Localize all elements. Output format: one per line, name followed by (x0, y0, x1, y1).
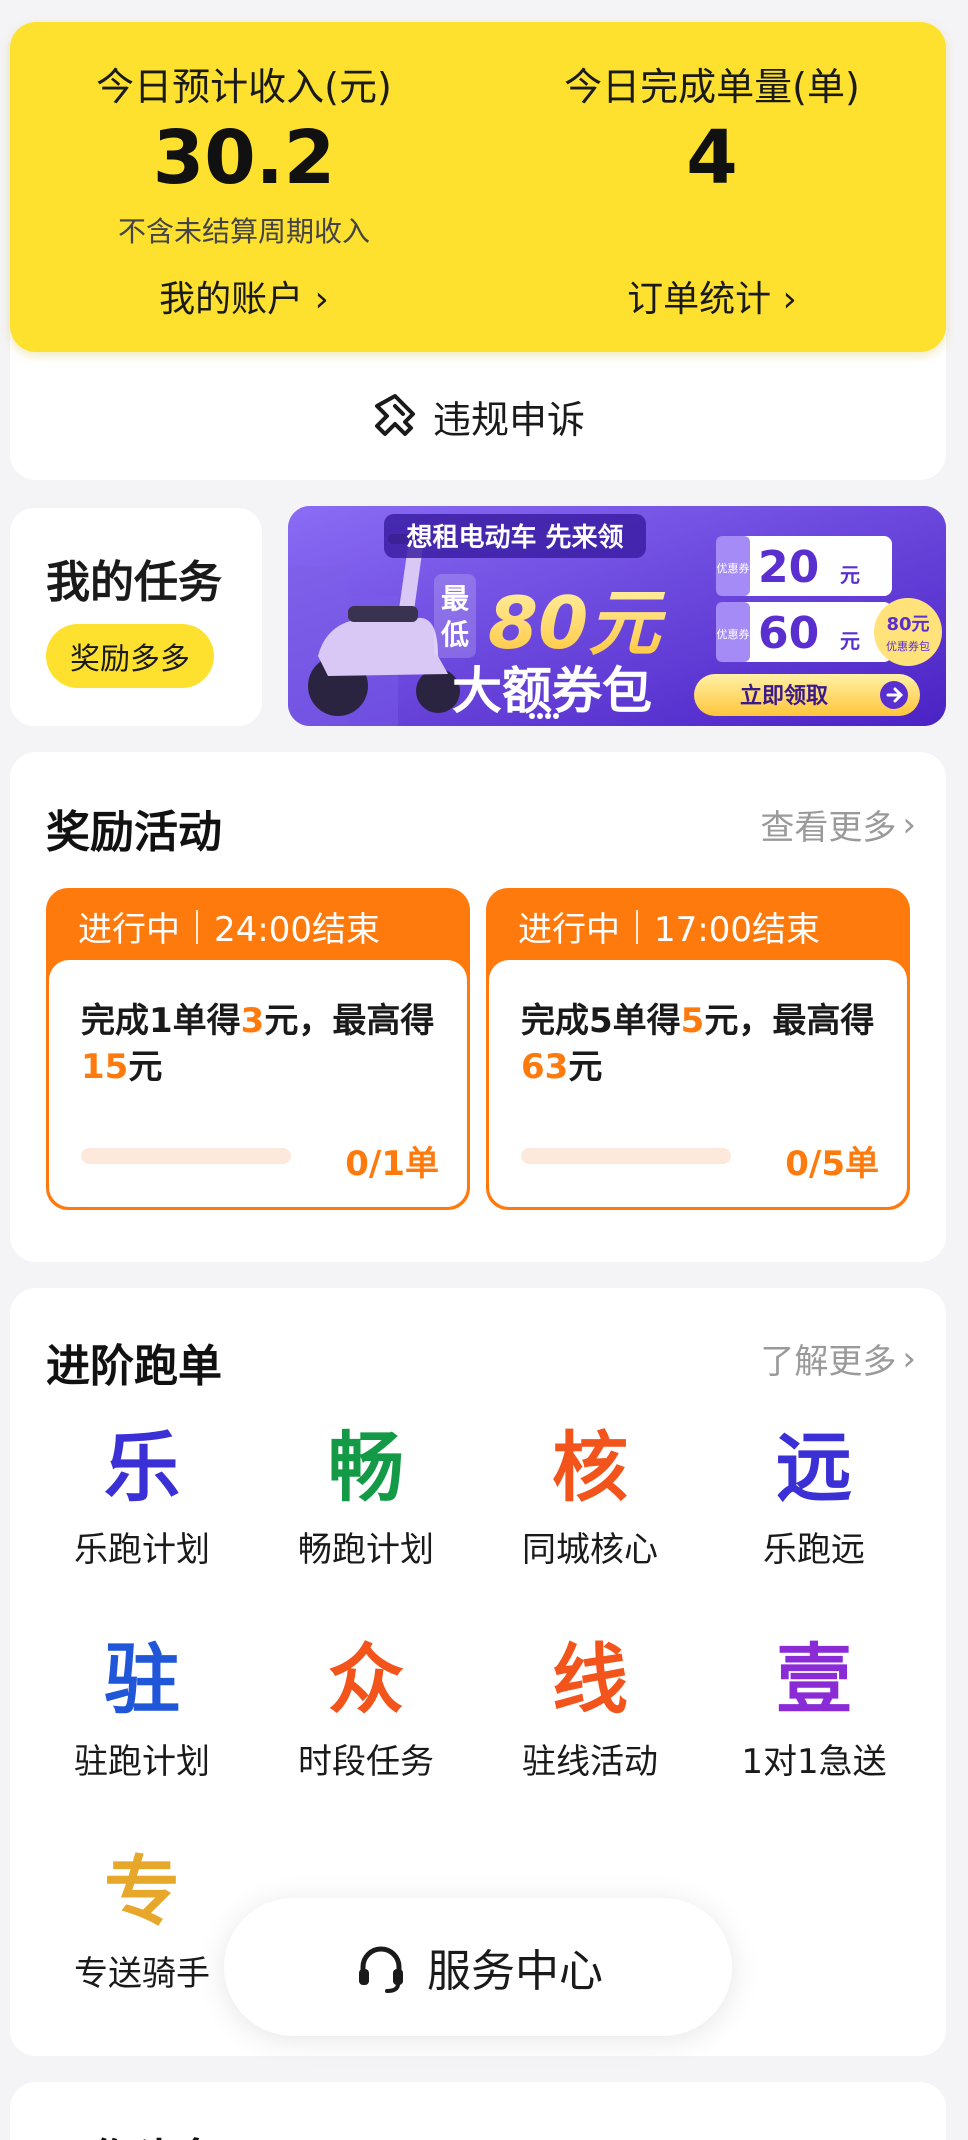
coupon-2-unit: 元 (840, 629, 860, 653)
promo-banner-art: 想租电动车 先来领 最 低 80元 大额券包 优惠券 20 元 优惠券 60 元… (288, 506, 946, 726)
activity-body: 完成1单得3元，最高得15元 0/1单 (49, 960, 467, 1207)
program-label: 专送骑手 (74, 1954, 210, 1994)
activity-progress-bar (521, 1148, 731, 1164)
program-icon: 壹 (776, 1635, 852, 1724)
appeal-label: 违规申诉 (432, 397, 585, 442)
view-more-label: 查看更多 (760, 808, 897, 848)
program-item[interactable]: 线 驻线活动 (478, 1632, 702, 1783)
divider (196, 909, 198, 944)
coupon-pack-sub: 优惠券包 (886, 639, 930, 653)
claim-now-label: 立即领取 (740, 683, 828, 709)
activity-deadline: 17:00结束 (654, 910, 820, 950)
program-icon: 远 (776, 1423, 852, 1512)
my-tasks-title: 我的任务 (46, 557, 222, 608)
program-item[interactable]: 驻 驻跑计划 (30, 1632, 254, 1783)
coupon-pack-label: 80元 (886, 614, 929, 635)
program-icon: 众 (328, 1635, 404, 1724)
coupon-tag-2: 优惠券 (717, 627, 750, 641)
program-icon: 乐 (104, 1423, 180, 1512)
program-item[interactable]: 核 同城核心 (478, 1420, 702, 1571)
program-item[interactable]: 乐 乐跑计划 (30, 1420, 254, 1571)
reward-activity-card[interactable]: 进行中 17:00结束 完成5单得5元，最高得63元 0/5单 (486, 888, 910, 1210)
coupon-1-unit: 元 (840, 563, 860, 587)
learn-more-label: 了解更多 (760, 1342, 897, 1382)
expected-income-label: 今日预计收入(元) (96, 65, 392, 109)
activity-deadline: 24:00结束 (214, 910, 380, 950)
program-item[interactable]: 畅 畅跑计划 (254, 1420, 478, 1571)
activity-progress-bar (81, 1148, 291, 1164)
my-account-link[interactable]: 我的账户 › (10, 270, 478, 322)
reward-activities-card: 奖励活动 查看更多 › 进行中 24:00结束 完成1单得3元，最高得15元 0… (10, 752, 946, 1262)
work-headlines-title: 工作头条 (46, 2124, 222, 2140)
promo-banner[interactable]: 想租电动车 先来领 最 低 80元 大额券包 优惠券 20 元 优惠券 60 元… (288, 506, 946, 726)
reward-badge[interactable]: 奖励多多 (46, 624, 214, 688)
program-icon: 核 (552, 1423, 628, 1512)
program-icon: 线 (552, 1635, 628, 1724)
activity-header: 进行中 24:00结束 (78, 902, 380, 951)
orders-value: 4 (686, 115, 738, 201)
view-more-link[interactable]: 查看更多 › (760, 800, 916, 849)
work-headlines-card: 工作头条 (10, 2082, 946, 2140)
coupon-tag-1: 优惠券 (717, 561, 750, 575)
program-label: 乐跑远 (763, 1530, 865, 1570)
banner-subline: 大额券包 (452, 662, 652, 720)
program-label: 同城核心 (522, 1530, 658, 1570)
banner-prefix-top: 最 (441, 582, 469, 615)
program-icon: 专 (104, 1847, 180, 1936)
activity-description: 完成1单得3元，最高得15元 (81, 1001, 435, 1087)
program-icon: 驻 (104, 1635, 180, 1724)
expected-income-column: 今日预计收入(元) 30.2 不含未结算周期收入 我的账户 › (10, 22, 478, 352)
coupon-2-value: 60 (758, 608, 819, 659)
program-label: 畅跑计划 (298, 1530, 434, 1570)
advanced-runs-title: 进阶跑单 (46, 1341, 222, 1392)
chevron-right-icon: › (902, 1338, 916, 1379)
chevron-right-icon: › (902, 804, 916, 845)
income-card: 今日预计收入(元) 30.2 不含未结算周期收入 我的账户 › 今日完成单量(单… (10, 22, 946, 352)
order-stats-link[interactable]: 订单统计 › (478, 270, 946, 322)
program-item[interactable]: 众 时段任务 (254, 1632, 478, 1783)
activity-status: 进行中 (78, 910, 180, 950)
activity-progress-text: 0/1单 (345, 1144, 439, 1184)
orders-label: 今日完成单量(单) (564, 65, 860, 109)
banner-prefix-bottom: 低 (440, 618, 469, 651)
appeal-button[interactable]: 违规申诉 (10, 352, 946, 480)
program-item[interactable]: 专 专送骑手 (30, 1844, 254, 1995)
program-label: 时段任务 (298, 1742, 434, 1782)
program-icon: 畅 (328, 1423, 404, 1512)
learn-more-link[interactable]: 了解更多 › (760, 1334, 916, 1383)
service-center-label: 服务中心 (427, 1946, 603, 1997)
activity-status: 进行中 (518, 910, 620, 950)
program-label: 驻线活动 (522, 1742, 658, 1782)
headset-icon (359, 1946, 403, 1993)
reward-activities-title: 奖励活动 (46, 807, 222, 858)
appeal-icon (374, 394, 415, 436)
expected-income-note: 不含未结算周期收入 (117, 215, 370, 248)
activity-progress-text: 0/5单 (785, 1144, 879, 1184)
program-label: 驻跑计划 (74, 1742, 210, 1782)
banner-headline: 想租电动车 先来领 (406, 522, 623, 553)
program-label: 1对1急送 (741, 1742, 887, 1782)
coupon-1-value: 20 (758, 542, 819, 593)
banner-amount: 80元 (488, 581, 666, 665)
reward-activity-card[interactable]: 进行中 24:00结束 完成1单得3元，最高得15元 0/1单 (46, 888, 470, 1210)
activity-header: 进行中 17:00结束 (518, 902, 820, 951)
my-tasks-card[interactable]: 我的任务 (10, 508, 262, 726)
divider (636, 909, 638, 944)
program-item[interactable]: 远 乐跑远 (702, 1420, 926, 1571)
expected-income-value: 30.2 (152, 115, 336, 201)
program-item[interactable]: 壹 1对1急送 (702, 1632, 926, 1783)
service-center-button[interactable]: 服务中心 (224, 1898, 732, 2036)
program-label: 乐跑计划 (74, 1530, 210, 1570)
activity-description: 完成5单得5元，最高得63元 (521, 1001, 875, 1087)
activity-body: 完成5单得5元，最高得63元 0/5单 (489, 960, 907, 1207)
orders-column: 今日完成单量(单) 4 订单统计 › (478, 22, 946, 352)
